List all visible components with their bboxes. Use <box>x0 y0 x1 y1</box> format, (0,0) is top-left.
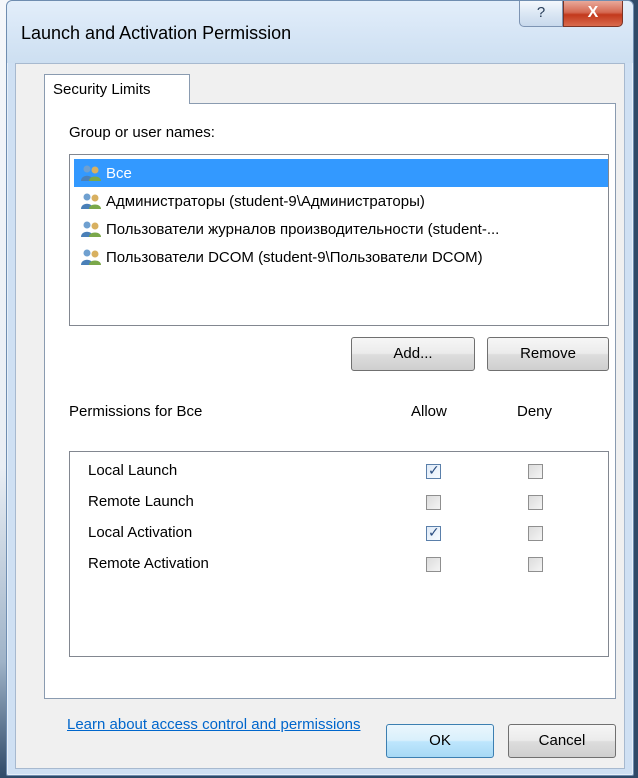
permission-remote-activation-label: Remote Activation <box>88 555 209 572</box>
permission-local-activation-label: Local Activation <box>88 524 193 541</box>
group-names-label: Group or user names: <box>69 124 215 141</box>
permissions-list: Local Launch Remote Launch Local Activat… <box>69 451 609 657</box>
user-group-icon <box>81 221 101 237</box>
list-item[interactable]: Все <box>74 159 608 187</box>
list-item-label: Все <box>106 164 132 182</box>
list-item[interactable]: Пользователи журналов производительности… <box>74 215 608 243</box>
help-button[interactable]: ? <box>519 1 563 27</box>
permission-local-launch-label: Local Launch <box>88 462 178 479</box>
list-item-label: Пользователи журналов производительности… <box>106 220 500 238</box>
list-item-label: Пользователи DCOM (student-9\Пользовател… <box>106 248 483 266</box>
permission-remote-launch-label: Remote Launch <box>88 493 194 510</box>
list-item[interactable]: Администраторы (student-9\Администраторы… <box>74 187 608 215</box>
allow-checkbox-remote-launch[interactable] <box>426 495 441 510</box>
ok-button[interactable]: OK <box>386 724 494 758</box>
dialog-body: Security Limits Group or user names: Все <box>15 63 625 769</box>
deny-checkbox-remote-activation[interactable] <box>528 557 543 572</box>
permissions-label: Permissions for Все <box>69 403 203 420</box>
user-group-icon <box>81 249 101 265</box>
add-button[interactable]: Add... <box>351 337 475 371</box>
allow-checkbox-local-launch[interactable] <box>426 462 441 479</box>
allow-checkbox-remote-activation[interactable] <box>426 557 441 572</box>
allow-column-header: Allow <box>411 403 447 420</box>
allow-checkbox-local-activation[interactable] <box>426 524 441 541</box>
remove-button[interactable]: Remove <box>487 337 609 371</box>
list-item[interactable]: Пользователи DCOM (student-9\Пользовател… <box>74 243 608 271</box>
tab-security-limits[interactable]: Security Limits <box>44 74 190 104</box>
tab-panel: Group or user names: Все Администраторы … <box>44 103 616 733</box>
deny-checkbox-local-activation[interactable] <box>528 526 543 541</box>
list-item-label: Администраторы (student-9\Администраторы… <box>106 192 425 210</box>
user-group-icon <box>81 193 101 209</box>
cancel-button[interactable]: Cancel <box>508 724 616 758</box>
window-title: Launch and Activation Permission <box>21 23 292 43</box>
group-user-listbox[interactable]: Все Администраторы (student-9\Администра… <box>69 154 609 326</box>
deny-checkbox-local-launch[interactable] <box>528 464 543 479</box>
user-group-icon <box>81 165 101 181</box>
close-button[interactable]: X <box>563 1 623 27</box>
access-control-help-link[interactable]: Learn about access control and permissio… <box>67 716 361 733</box>
title-bar[interactable]: Launch and Activation Permission ? X <box>7 1 633 63</box>
deny-column-header: Deny <box>517 403 553 420</box>
permission-dialog: Launch and Activation Permission ? X Sec… <box>6 0 634 776</box>
deny-checkbox-remote-launch[interactable] <box>528 495 543 510</box>
